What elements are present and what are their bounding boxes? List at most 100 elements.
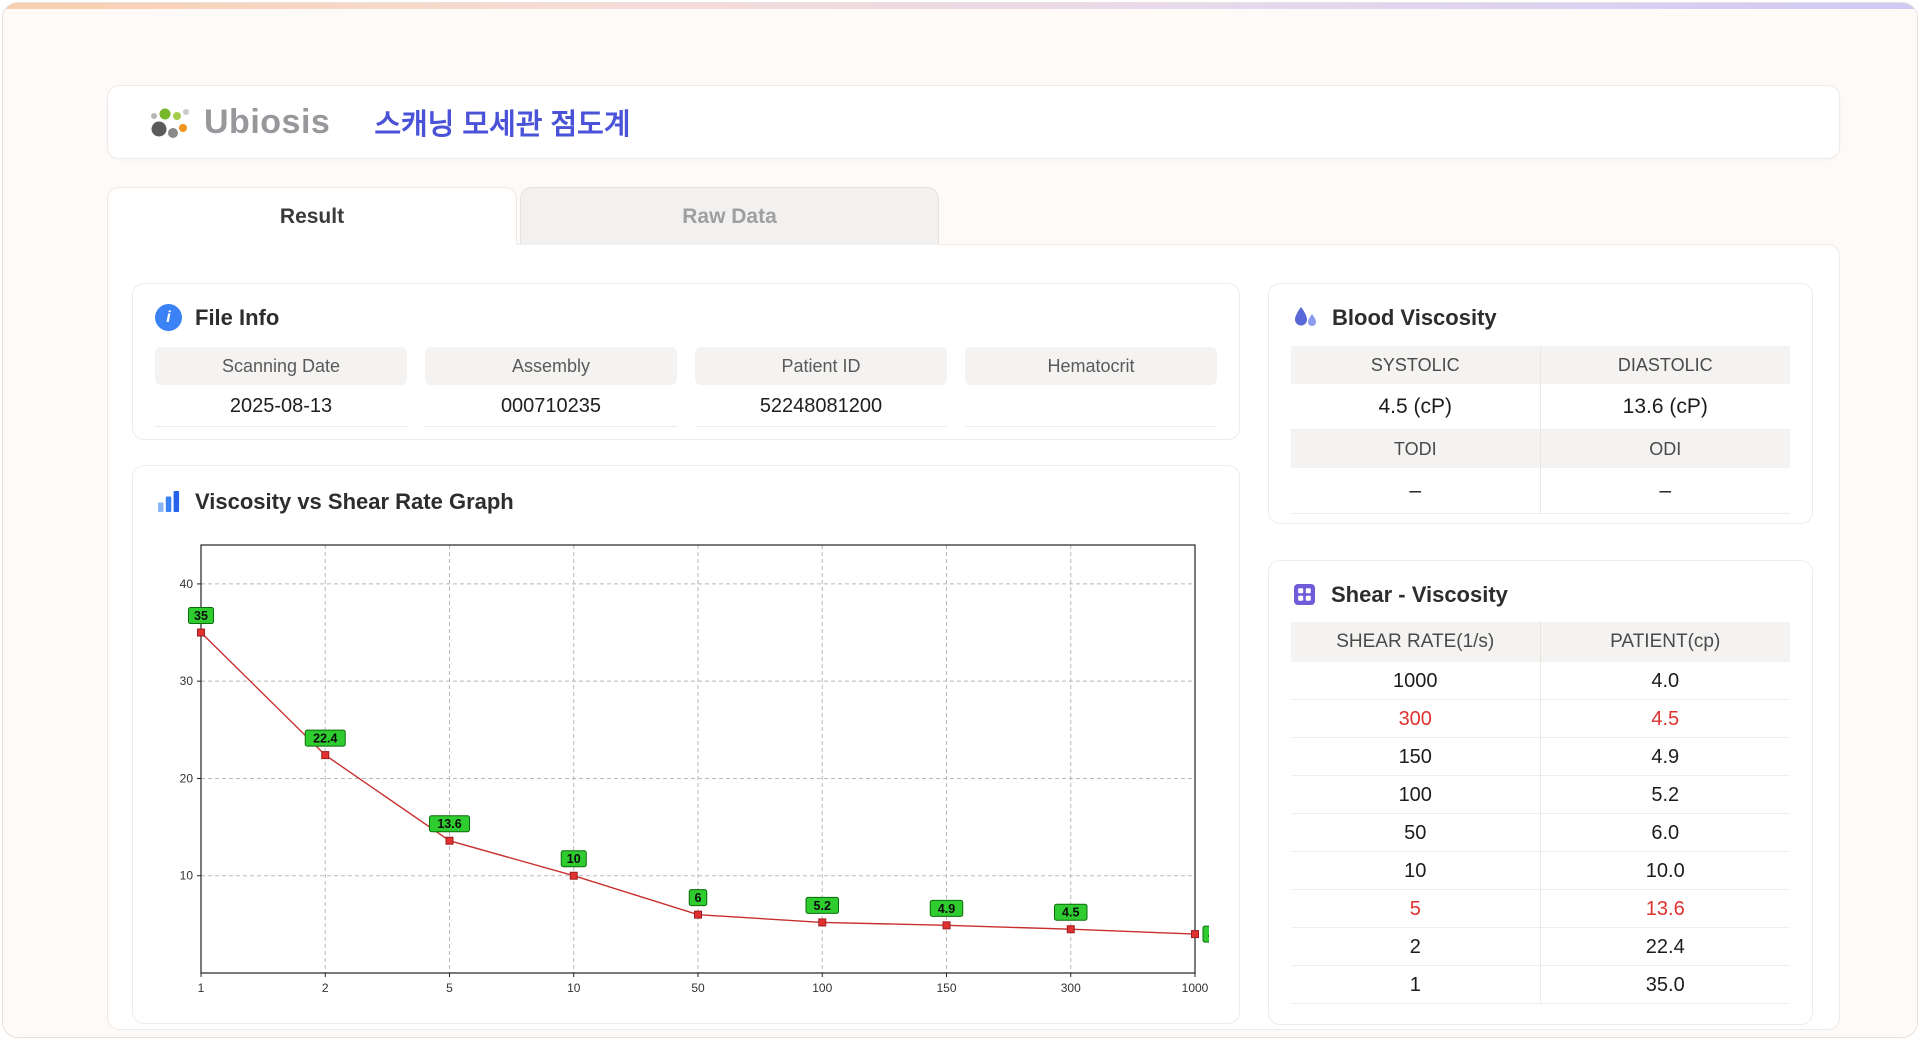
shear-table-row: 5 13.6 <box>1291 890 1790 928</box>
diastolic-value: 13.6 (cP) <box>1540 384 1790 430</box>
tab-result[interactable]: Result <box>107 187 517 245</box>
field-value: 000710235 <box>425 385 677 427</box>
brand-logo: Ubiosis <box>148 101 330 143</box>
field-scanning-date: Scanning Date 2025-08-13 <box>155 347 407 427</box>
top-gradient-bar <box>3 3 1917 9</box>
patient-viscosity-value: 6.0 <box>1651 822 1680 844</box>
svg-text:1: 1 <box>198 981 205 995</box>
left-column: i File Info Scanning Date 2025-08-13 Ass… <box>132 283 1240 1024</box>
patient-viscosity-value: 22.4 <box>1645 936 1685 958</box>
field-label: Patient ID <box>695 347 947 385</box>
shear-table-row: 2 22.4 <box>1291 928 1790 966</box>
svg-text:4.5: 4.5 <box>1062 906 1079 920</box>
svg-text:150: 150 <box>936 981 956 995</box>
calculator-icon <box>1294 584 1315 605</box>
svg-text:10: 10 <box>567 852 581 866</box>
bv-value-row: – – <box>1291 468 1790 514</box>
graph-title: Viscosity vs Shear Rate Graph <box>195 488 514 514</box>
svg-text:4.9: 4.9 <box>938 902 955 916</box>
blood-viscosity-title: Blood Viscosity <box>1332 305 1497 330</box>
odi-value: – <box>1540 468 1790 514</box>
droplets-icon <box>1295 307 1316 326</box>
info-icon: i <box>155 304 182 331</box>
header: Ubiosis 스캐닝 모세관 점도계 <box>107 85 1840 159</box>
systolic-value: 4.5 (cP) <box>1291 384 1541 430</box>
field-patient-id: Patient ID 52248081200 <box>695 347 947 427</box>
svg-text:1000: 1000 <box>1182 981 1209 995</box>
svg-text:5: 5 <box>446 981 453 995</box>
shear-rate-value: 300 <box>1291 700 1541 738</box>
svg-text:35: 35 <box>194 609 208 623</box>
right-column: Blood Viscosity SYSTOLIC DIASTOLIC 4.5 (… <box>1268 283 1813 1025</box>
bv-header-todi: TODI <box>1291 430 1541 468</box>
svg-text:4: 4 <box>1208 928 1209 942</box>
viscosity-graph-card: Viscosity vs Shear Rate Graph 1 2 5 10 50 100… <box>132 465 1240 1024</box>
todi-value: – <box>1291 468 1541 514</box>
col-shear-rate: SHEAR RATE(1/s) <box>1291 622 1541 662</box>
tab-bar: Result Raw Data <box>107 187 1917 245</box>
svg-text:2: 2 <box>322 981 329 995</box>
shear-table-row: 150 4.9 <box>1291 738 1790 776</box>
ubiosis-dots-logo <box>151 108 189 138</box>
shear-table-row: 1 35.0 <box>1291 966 1790 1004</box>
shear-viscosity-title: Shear - Viscosity <box>1331 581 1508 607</box>
svg-text:10: 10 <box>567 981 581 995</box>
shear-rate-value: 100 <box>1291 776 1541 814</box>
svg-text:50: 50 <box>691 981 705 995</box>
field-label: Hematocrit <box>965 347 1217 385</box>
shear-rate-value: 150 <box>1291 738 1541 776</box>
blood-viscosity-table: SYSTOLIC DIASTOLIC 4.5 (cP) 13.6 (cP) TO… <box>1291 346 1790 514</box>
shear-rate-value: 1 <box>1291 966 1541 1004</box>
field-label: Assembly <box>425 347 677 385</box>
shear-viscosity-card: Shear - Viscosity SHEAR RATE(1/s) PATIEN… <box>1268 560 1813 1025</box>
file-info-card: i File Info Scanning Date 2025-08-13 Ass… <box>132 283 1240 440</box>
svg-text:40: 40 <box>180 577 194 591</box>
shear-table-row: 100 5.2 <box>1291 776 1790 814</box>
svg-text:6: 6 <box>695 891 702 905</box>
field-value: 2025-08-13 <box>155 385 407 427</box>
blood-viscosity-card: Blood Viscosity SYSTOLIC DIASTOLIC 4.5 (… <box>1268 283 1813 524</box>
shear-rate-value: 1000 <box>1291 662 1541 700</box>
shear-table-row: 1000 4.0 <box>1291 662 1790 700</box>
svg-text:5.2: 5.2 <box>814 899 831 913</box>
patient-viscosity-value: 5.2 <box>1651 784 1680 806</box>
col-patient: PATIENT(cp) <box>1610 631 1721 652</box>
svg-text:100: 100 <box>812 981 832 995</box>
shear-table-row: 300 4.5 <box>1291 700 1790 738</box>
patient-viscosity-value: 10.0 <box>1645 860 1685 882</box>
svg-text:10: 10 <box>180 869 194 883</box>
field-hematocrit: Hematocrit <box>965 347 1217 427</box>
field-assembly: Assembly 000710235 <box>425 347 677 427</box>
svg-text:30: 30 <box>180 674 194 688</box>
shear-table-row: 10 10.0 <box>1291 852 1790 890</box>
svg-text:300: 300 <box>1061 981 1081 995</box>
bv-header-row: TODI ODI <box>1291 430 1790 468</box>
patient-viscosity-value: 4.5 <box>1651 708 1680 730</box>
bv-header-systolic: SYSTOLIC <box>1291 346 1541 384</box>
viscosity-shear-rate-chart: 1 2 5 10 50 100 150 300 1000 10 20 30 40 35 22.4 13.6 10… <box>180 544 1209 995</box>
shear-rate-value: 10 <box>1291 852 1541 890</box>
svg-text:13.6: 13.6 <box>437 817 461 831</box>
tab-raw-data-label: Raw Data <box>682 204 777 228</box>
page-title: 스캐닝 모세관 점도계 <box>374 109 631 141</box>
patient-viscosity-value: 35.0 <box>1645 974 1685 996</box>
field-label: Scanning Date <box>155 347 407 385</box>
patient-viscosity-value: 13.6 <box>1645 898 1685 920</box>
shear-table-row: 50 6.0 <box>1291 814 1790 852</box>
page-frame: Ubiosis 스캐닝 모세관 점도계 Result Raw Data i Fi… <box>2 2 1918 1038</box>
result-panel: i File Info Scanning Date 2025-08-13 Ass… <box>107 244 1840 1030</box>
tab-raw-data[interactable]: Raw Data <box>520 187 939 245</box>
file-info-title: File Info <box>195 304 280 330</box>
patient-viscosity-value: 4.0 <box>1651 670 1680 692</box>
field-value <box>965 385 1217 427</box>
bv-header-diastolic: DIASTOLIC <box>1540 346 1790 384</box>
bv-value-row: 4.5 (cP) 13.6 (cP) <box>1291 384 1790 430</box>
shear-table-header: SHEAR RATE(1/s) PATIENT(cp) <box>1291 622 1790 662</box>
patient-viscosity-value: 4.9 <box>1651 746 1680 768</box>
file-info-fields: Scanning Date 2025-08-13 Assembly 000710… <box>155 347 1217 427</box>
bv-header-row: SYSTOLIC DIASTOLIC <box>1291 346 1790 384</box>
field-value: 52248081200 <box>695 385 947 427</box>
tab-result-label: Result <box>279 204 345 228</box>
svg-text:20: 20 <box>180 771 194 785</box>
bar-chart-icon <box>158 491 180 512</box>
